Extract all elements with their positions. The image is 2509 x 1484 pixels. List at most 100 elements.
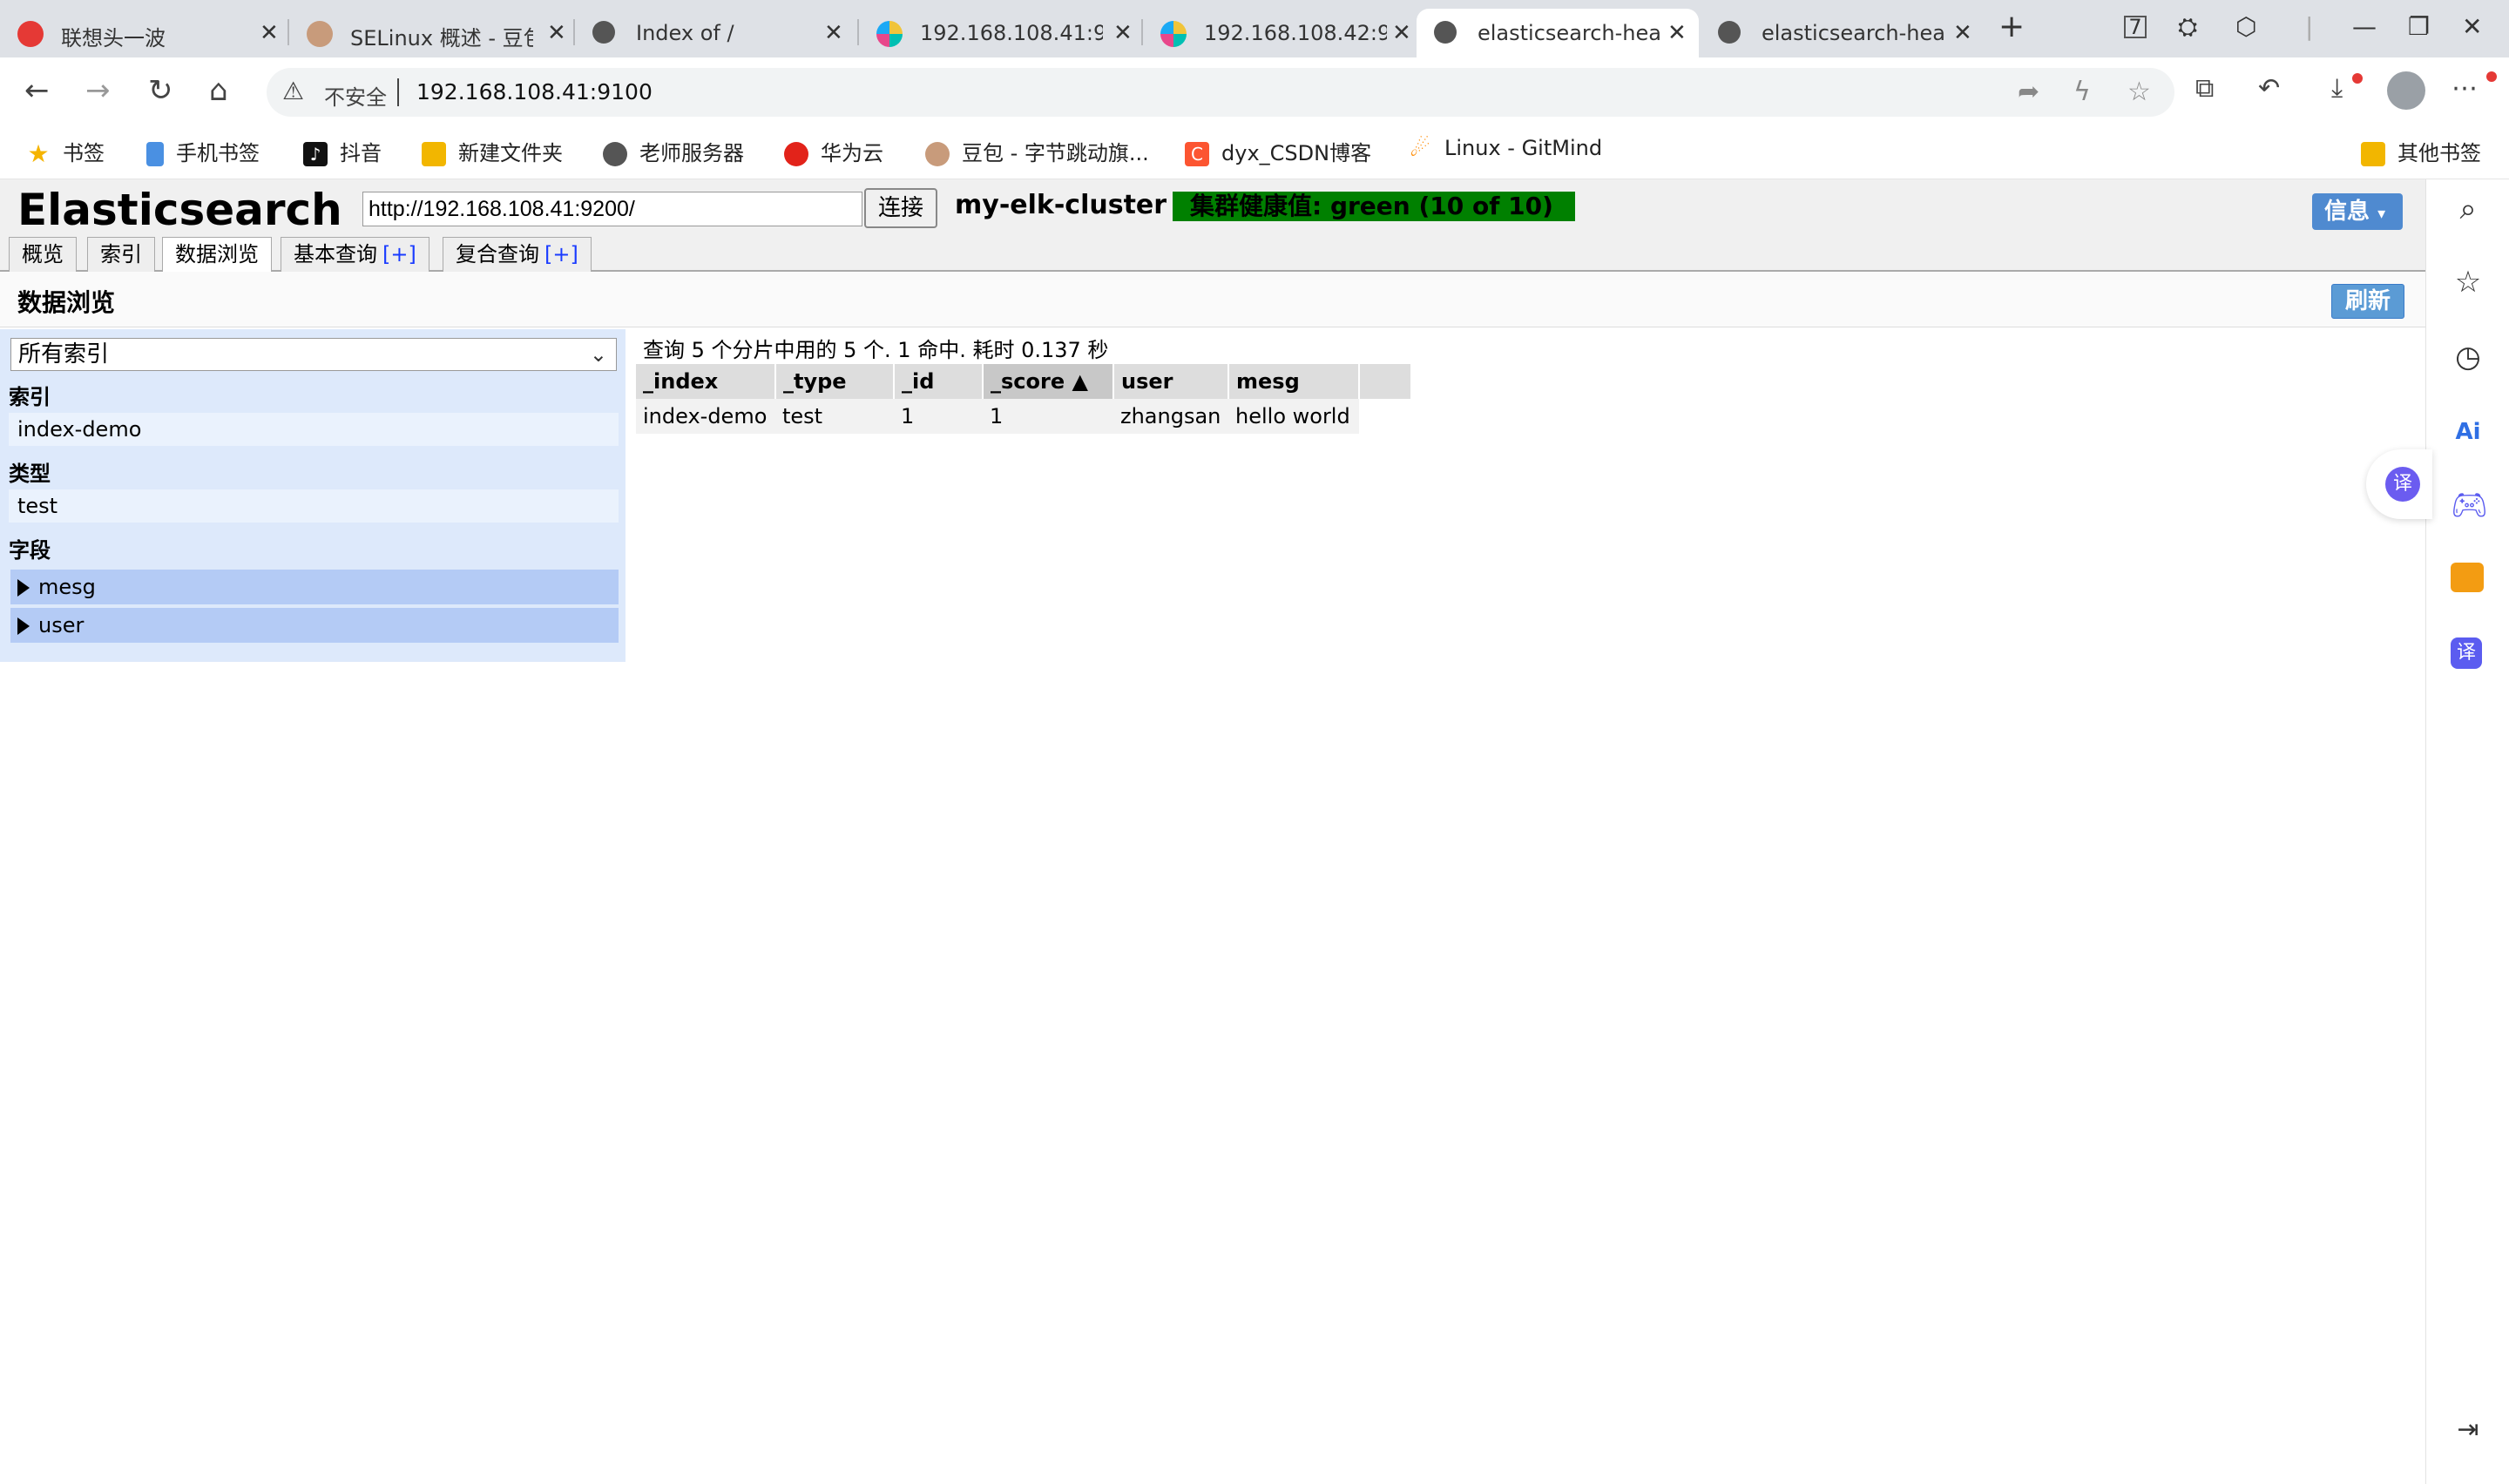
column-header[interactable]: user — [1113, 364, 1229, 399]
undo-menu-icon[interactable]: ↶ — [2258, 73, 2280, 104]
address-divider — [397, 78, 399, 106]
back-icon[interactable]: ← — [24, 73, 50, 108]
globe-icon — [603, 142, 627, 166]
cluster-name: my-elk-cluster — [955, 190, 1167, 220]
browser-tab[interactable]: 联想头一波 ✕ — [0, 9, 287, 57]
browser-tab[interactable]: 192.168.108.42:92 ✕ — [1143, 9, 1417, 57]
tab-indices[interactable]: 索引 — [87, 237, 155, 272]
insecure-label: 不安全 — [324, 85, 387, 110]
bookmark-label: 手机书签 — [176, 141, 260, 165]
folder-icon — [422, 142, 446, 166]
globe-favicon-icon — [592, 21, 615, 44]
share-icon[interactable]: ➦ — [2018, 77, 2039, 107]
close-tab-icon[interactable]: ✕ — [1392, 20, 1411, 46]
address-bar[interactable]: ⚠ 不安全 192.168.108.41:9100 ➦ ϟ ☆ — [267, 68, 2174, 117]
collapse-panel-icon[interactable]: ⇥ — [2451, 1413, 2485, 1447]
bookmarks-bar: ★ 书签 手机书签 ♪ 抖音 新建文件夹 老师服务器 华为云 豆包 - 字节跳动旗.… — [0, 125, 2509, 179]
type-item[interactable]: test — [9, 489, 619, 523]
doubao-favicon-icon — [307, 21, 333, 47]
tab-overview[interactable]: 概览 — [9, 237, 77, 272]
browser-tab-active[interactable]: elasticsearch-head ✕ — [1417, 9, 1699, 57]
connect-button[interactable]: 连接 — [864, 188, 937, 228]
column-header-sorted[interactable]: _score ▲ — [983, 364, 1114, 399]
new-tab-button[interactable]: + — [1998, 9, 2025, 44]
tab-basic-query[interactable]: 基本查询 [+] — [281, 237, 429, 272]
table-row[interactable]: index-demo test 1 1 zhangsan hello world — [636, 399, 1411, 434]
ai-icon[interactable]: Ai — [2451, 415, 2485, 449]
browser-tab[interactable]: elasticsearch-head ✕ — [1701, 9, 1983, 57]
bookmark-item[interactable]: ☄ Linux - GitMind — [1408, 136, 1602, 161]
info-dropdown-button[interactable]: 信息 ▾ — [2312, 193, 2403, 230]
chevron-down-icon: ⌄ — [589, 342, 607, 367]
profile-avatar-icon[interactable] — [2387, 71, 2425, 110]
browser-tab[interactable]: 192.168.108.41:92 ✕ — [859, 9, 1141, 57]
gamepad-icon[interactable]: 🎮︎ — [2451, 488, 2488, 523]
close-tab-icon[interactable]: ✕ — [1667, 20, 1687, 46]
tab-title: elasticsearch-head — [1762, 21, 1944, 45]
bookmark-item[interactable]: 豆包 - 字节跳动旗... — [925, 136, 1149, 166]
douyin-icon: ♪ — [303, 142, 328, 166]
close-tab-icon[interactable]: ✕ — [824, 20, 843, 46]
column-header[interactable]: _index — [636, 364, 776, 399]
column-header[interactable]: mesg — [1228, 364, 1360, 399]
lightning-icon[interactable]: ϟ — [2073, 77, 2091, 107]
bookmark-label: dyx_CSDN博客 — [1221, 141, 1372, 165]
extensions-icon[interactable]: ⧉ — [2195, 73, 2214, 104]
column-header[interactable]: _type — [775, 364, 895, 399]
tab-structured-query[interactable]: 复合查询 [+] — [443, 237, 592, 272]
more-menu-icon[interactable]: ⋯ — [2452, 73, 2478, 104]
browser-tab[interactable]: SELinux 概述 - 豆包 ✕ — [289, 9, 573, 57]
fields-heading: 字段 — [9, 538, 51, 563]
tab-browser[interactable]: 数据浏览 — [162, 237, 272, 273]
caret-down-icon: ▾ — [2377, 205, 2386, 223]
bookmark-label: 抖音 — [340, 141, 382, 165]
bookmark-item[interactable]: Cdyx_CSDN博客 — [1185, 136, 1371, 166]
incognito-icon[interactable]: ⛭ — [2178, 12, 2197, 42]
refresh-button[interactable]: 刷新 — [2331, 284, 2404, 319]
elastic-favicon-icon — [1160, 21, 1187, 47]
bookmark-item[interactable]: ★ 书签 — [26, 136, 105, 166]
forward-icon[interactable]: → — [85, 73, 111, 108]
close-tab-icon[interactable]: ✕ — [1953, 20, 1972, 46]
cluster-url-input[interactable] — [362, 192, 862, 226]
index-select-value: 所有索引 — [18, 341, 110, 368]
browser-tab[interactable]: Index of / ✕ — [575, 9, 857, 57]
table-cell-empty — [1359, 399, 1411, 434]
close-tab-icon[interactable]: ✕ — [260, 20, 279, 46]
other-bookmarks-label: 其他书签 — [2397, 141, 2481, 165]
minimize-icon[interactable]: — — [2352, 12, 2377, 41]
restore-icon[interactable]: ❐ — [2408, 12, 2430, 41]
bookmark-item[interactable]: 老师服务器 — [603, 136, 744, 166]
bookmark-label: 老师服务器 — [639, 141, 744, 165]
column-header[interactable]: _id — [894, 364, 984, 399]
close-tab-icon[interactable]: ✕ — [1113, 20, 1133, 46]
address-url[interactable]: 192.168.108.41:9100 — [416, 79, 653, 105]
home-icon[interactable]: ⌂ — [209, 73, 228, 108]
search-icon[interactable]: ⌕ — [2451, 192, 2485, 226]
translate-icon[interactable]: 译 — [2451, 637, 2482, 669]
index-select[interactable]: 所有索引 ⌄ — [10, 338, 617, 371]
bookmark-item[interactable]: 手机书签 — [146, 136, 260, 166]
field-item[interactable]: mesg — [10, 570, 619, 604]
index-item[interactable]: index-demo — [9, 413, 619, 446]
field-item[interactable]: user — [10, 608, 619, 643]
extensions-puzzle-icon[interactable]: ⬡ — [2235, 12, 2256, 41]
favorites-star-icon[interactable]: ☆ — [2451, 265, 2485, 300]
globe-favicon-icon — [1718, 21, 1741, 44]
browser-header: 数据浏览 刷新 — [0, 272, 2425, 327]
bookmark-item[interactable]: 新建文件夹 — [422, 136, 563, 166]
huawei-icon — [784, 142, 808, 166]
other-bookmarks[interactable]: 其他书签 — [2361, 136, 2481, 166]
warning-icon[interactable]: ⚠ — [282, 77, 304, 105]
download-icon[interactable]: ⤓ — [2331, 73, 2343, 104]
bookmark-item[interactable]: 华为云 — [784, 136, 883, 166]
close-tab-icon[interactable]: ✕ — [547, 20, 566, 46]
close-window-icon[interactable]: ✕ — [2462, 12, 2482, 41]
history-clock-icon[interactable]: ◷ — [2451, 340, 2485, 374]
floating-translate-button[interactable]: 译 — [2366, 449, 2432, 519]
toolbox-icon[interactable] — [2451, 563, 2484, 592]
bookmark-item[interactable]: ♪ 抖音 — [303, 136, 382, 166]
reload-icon[interactable]: ↻ — [148, 73, 173, 108]
favorite-star-icon[interactable]: ☆ — [2127, 77, 2151, 107]
tab-count-icon[interactable]: 7 — [2124, 16, 2147, 38]
